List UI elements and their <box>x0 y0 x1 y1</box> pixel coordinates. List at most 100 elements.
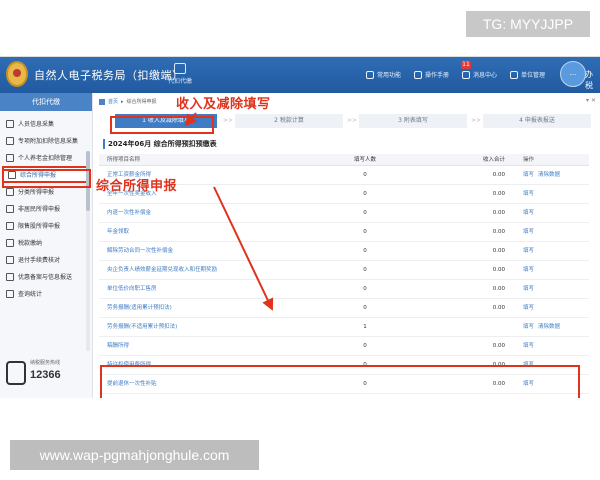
step-tax-calculation[interactable]: 2 税款计算 <box>235 114 343 128</box>
table-row: 内退一次性补偿金 0 0.00 填写 <box>99 204 589 223</box>
table-header: 所得项目名称 填写人数 收入合计 操作 <box>99 154 589 166</box>
sidebar-item-label: 退付手续费核对 <box>18 257 61 264</box>
row-count: 0 <box>363 305 367 311</box>
row-ops: 填写 <box>515 280 589 298</box>
row-income: 0.00 <box>492 191 505 197</box>
sidebar-item-label: 查询统计 <box>18 291 43 298</box>
row-ops: 填写 清除数据 <box>515 166 589 184</box>
row-count: 0 <box>363 286 367 292</box>
sidebar-item-query-statistics[interactable]: 查询统计 <box>0 285 92 302</box>
row-income: 0.00 <box>492 229 505 235</box>
card-icon <box>6 153 14 162</box>
row-name[interactable]: 内退一次性补偿金 <box>99 204 311 222</box>
callout-comprehensive-income: 综合所得申报 <box>96 179 178 194</box>
row-name[interactable]: 劳务报酬(适用累计预扣法) <box>99 299 311 317</box>
sidebar-item-fee-refund[interactable]: 退付手续费核对 <box>0 251 92 268</box>
top-link-label: 操作手册 <box>425 72 450 79</box>
fill-in-link[interactable]: 填写 <box>523 172 534 178</box>
table-row: 解除劳动合同一次性补偿金 0 0.00 填写 <box>99 242 589 261</box>
row-income: 0.00 <box>492 210 505 216</box>
row-name[interactable]: 单位低价向职工售房 <box>99 280 311 298</box>
sidebar-item-nonresident-income[interactable]: 非居民所得申报 <box>0 200 92 217</box>
sidebar-item-tax-payment[interactable]: 税款缴纳 <box>0 234 92 251</box>
row-name[interactable]: 年金领取 <box>99 223 311 241</box>
watermark-top: TG: MYYJJPP <box>466 11 590 37</box>
sidebar-item-preferential-filing[interactable]: 优惠备案与信息报送 <box>0 268 92 285</box>
fill-in-link[interactable]: 填写 <box>523 248 534 254</box>
clipboard-icon <box>6 136 14 145</box>
breadcrumb-separator: ▸ <box>121 98 124 105</box>
row-ops: 填写 清除数据 <box>515 318 589 336</box>
row-ops: 填写 <box>515 242 589 260</box>
top-link-manual[interactable]: 操作手册 <box>414 70 449 79</box>
fill-in-link[interactable]: 填写 <box>523 324 534 330</box>
top-link-label: 单位管理 <box>521 72 546 79</box>
row-ops: 填写 <box>515 223 589 241</box>
section-title: 2024年06月 综合所得预扣预缴表 <box>103 139 217 149</box>
clear-data-link[interactable]: 清除数据 <box>538 172 560 178</box>
sidebar-header: 代扣代缴 <box>0 93 92 111</box>
row-ops: 填写 <box>515 337 589 355</box>
table-row: 稿酬所得 0 0.00 填写 <box>99 337 589 356</box>
message-count-badge: 11 <box>461 61 471 69</box>
row-count: 0 <box>363 191 367 197</box>
fill-in-link[interactable]: 填写 <box>523 305 534 311</box>
fill-in-link[interactable]: 填写 <box>523 343 534 349</box>
breadcrumb: 首页 ▸ 综合所得申报 <box>99 98 157 105</box>
book-icon <box>414 70 422 79</box>
top-nav-withholding[interactable]: 代扣代缴 <box>168 63 192 85</box>
row-ops: 填写 <box>515 299 589 317</box>
list-icon <box>6 272 14 281</box>
fill-in-link[interactable]: 填写 <box>523 286 534 292</box>
sidebar-item-special-deduction[interactable]: 专项附加扣除信息采集 <box>0 132 92 149</box>
col-header-income: 收入合计 <box>482 157 505 163</box>
row-income: 0.00 <box>492 172 505 178</box>
row-count: 0 <box>363 229 367 235</box>
sidebar-item-label: 税款缴纳 <box>18 240 43 247</box>
row-count: 0 <box>363 248 367 254</box>
row-income: 0.00 <box>492 248 505 254</box>
app-title: 自然人电子税务局（扣缴端） <box>34 69 184 82</box>
sidebar-item-person-info[interactable]: 人员信息采集 <box>0 115 92 132</box>
row-income: 0.00 <box>492 267 505 273</box>
calendar-icon <box>174 63 186 74</box>
breadcrumb-home[interactable]: 首页 <box>108 98 118 105</box>
sidebar-item-pension[interactable]: 个人养老金扣除管理 <box>0 149 92 166</box>
fill-in-link[interactable]: 填写 <box>523 191 534 197</box>
step-attachment[interactable]: 3 附表填写 <box>359 114 467 128</box>
mail-icon <box>462 70 470 79</box>
table-row: 单位低价向职工售房 0 0.00 填写 <box>99 280 589 299</box>
row-ops: 填写 <box>515 204 589 222</box>
row-count: 0 <box>363 210 367 216</box>
row-count: 0 <box>363 343 367 349</box>
fill-in-link[interactable]: 填写 <box>523 267 534 273</box>
building-icon <box>510 70 518 79</box>
row-count: 1 <box>363 324 367 330</box>
step-separator: >> <box>223 117 234 124</box>
row-name[interactable]: 解除劳动合同一次性补偿金 <box>99 242 311 260</box>
row-name[interactable]: 稿酬所得 <box>99 337 311 355</box>
top-nav-label: 代扣代缴 <box>168 78 193 85</box>
sidebar-item-label: 分类所得申报 <box>18 189 55 196</box>
top-link-messages[interactable]: 消息中心 <box>462 70 497 79</box>
receipt-icon <box>6 255 14 264</box>
row-count: 0 <box>363 172 367 178</box>
fill-in-link[interactable]: 填写 <box>523 229 534 235</box>
col-header-ops: 操作 <box>523 157 535 163</box>
sidebar-item-restricted-stock[interactable]: 限售股所得申报 <box>0 217 92 234</box>
step-separator: >> <box>471 117 482 124</box>
assistant-avatar-button[interactable]: ··· <box>560 61 586 87</box>
step-submit-report[interactable]: 4 申报表报送 <box>483 114 591 128</box>
clear-data-link[interactable]: 清除数据 <box>538 324 560 330</box>
top-link-common-functions[interactable]: 常用功能 <box>366 70 401 79</box>
top-link-label: 常用功能 <box>377 72 402 79</box>
fill-in-link[interactable]: 填写 <box>523 210 534 216</box>
row-name[interactable]: 劳务报酬(不适用累计预扣法) <box>99 318 311 336</box>
highlight-box-labor-rows <box>100 365 580 398</box>
top-link-unit-management[interactable]: 单位管理 <box>510 70 545 79</box>
window-controls[interactable]: ▾ ✕ <box>586 97 596 104</box>
sidebar: 代扣代缴 人员信息采集 专项附加扣除信息采集 个人养老金扣除管理 综合所得申报 … <box>0 93 93 398</box>
row-name[interactable]: 央企负责人绩效薪金延期兑现收入和任期奖励 <box>99 261 311 279</box>
sidebar-item-label: 限售股所得申报 <box>18 223 61 230</box>
hotline-caption: 纳税服务热线 <box>30 360 61 366</box>
